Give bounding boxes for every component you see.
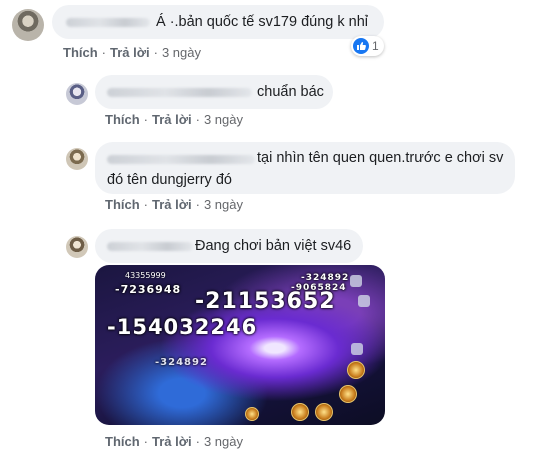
comment-actions: Thích · Trả lời · 3 ngày — [105, 112, 243, 127]
settings-icon — [351, 343, 363, 355]
commenter-name-blurred[interactable] — [66, 18, 150, 27]
like-reaction-icon — [353, 38, 369, 54]
damage-number: -154032246 — [107, 315, 258, 339]
reply-link[interactable]: Trả lời — [152, 197, 192, 212]
separator: · — [143, 197, 149, 212]
map-icon — [358, 295, 370, 307]
separator: · — [143, 112, 149, 127]
skill-icon — [339, 385, 357, 403]
comment-text: Á ·.bản quốc tế sv179 đúng k nhỉ — [156, 14, 369, 30]
damage-number: -324892 — [155, 357, 208, 368]
separator: · — [101, 45, 107, 60]
skill-icon — [291, 403, 309, 421]
skill-icon — [315, 403, 333, 421]
comment-time[interactable]: 3 ngày — [162, 45, 201, 60]
comment-bubble: chuẩn bác — [95, 75, 333, 109]
avatar[interactable] — [66, 148, 88, 170]
damage-number: -7236948 — [115, 283, 182, 296]
avatar[interactable] — [66, 83, 88, 105]
skill-icon — [347, 361, 365, 379]
separator: · — [195, 112, 200, 127]
separator: · — [195, 434, 200, 449]
reply-link[interactable]: Trả lời — [110, 45, 150, 60]
comment-time[interactable]: 3 ngày — [204, 434, 243, 449]
like-link[interactable]: Thích — [63, 45, 98, 60]
menu-icon — [350, 275, 362, 287]
comment-text: tại nhìn tên quen quen.trước e chơi sv đ… — [107, 150, 504, 188]
reply-link[interactable]: Trả lời — [152, 112, 192, 127]
hud-value: 43355999 — [125, 271, 166, 280]
damage-number: -324892 — [301, 273, 350, 283]
commenter-name-blurred[interactable] — [107, 242, 193, 251]
comment-time[interactable]: 3 ngày — [204, 112, 243, 127]
comment-text: chuẩn bác — [257, 84, 324, 100]
damage-number: -21153652 — [195, 289, 336, 314]
comment-text: Đang chơi bản việt sv46 — [195, 238, 352, 254]
comment-actions: Thích · Trả lời · 3 ngày — [105, 197, 243, 212]
like-link[interactable]: Thích — [105, 197, 140, 212]
separator: · — [143, 434, 149, 449]
comment-actions: Thích · Trả lời · 3 ngày — [63, 45, 201, 60]
reaction-count: 1 — [372, 39, 379, 53]
comment-actions: Thích · Trả lời · 3 ngày — [105, 434, 243, 449]
avatar[interactable] — [12, 9, 44, 41]
separator: · — [153, 45, 158, 60]
reply-link[interactable]: Trả lời — [152, 434, 192, 449]
comment-bubble: tại nhìn tên quen quen.trước e chơi sv đ… — [95, 142, 515, 194]
skill-icon — [245, 407, 259, 421]
attached-game-screenshot[interactable]: 43355999 -7236948 -9065824 -324892 -2115… — [95, 265, 385, 425]
comment-bubble: Á ·.bản quốc tế sv179 đúng k nhỉ — [52, 5, 384, 39]
like-link[interactable]: Thích — [105, 434, 140, 449]
like-link[interactable]: Thích — [105, 112, 140, 127]
separator: · — [195, 197, 200, 212]
reaction-badge[interactable]: 1 — [351, 36, 384, 56]
comment-time[interactable]: 3 ngày — [204, 197, 243, 212]
comment-bubble: Đang chơi bản việt sv46 — [95, 229, 363, 263]
avatar[interactable] — [66, 236, 88, 258]
commenter-name-blurred[interactable] — [107, 88, 252, 97]
